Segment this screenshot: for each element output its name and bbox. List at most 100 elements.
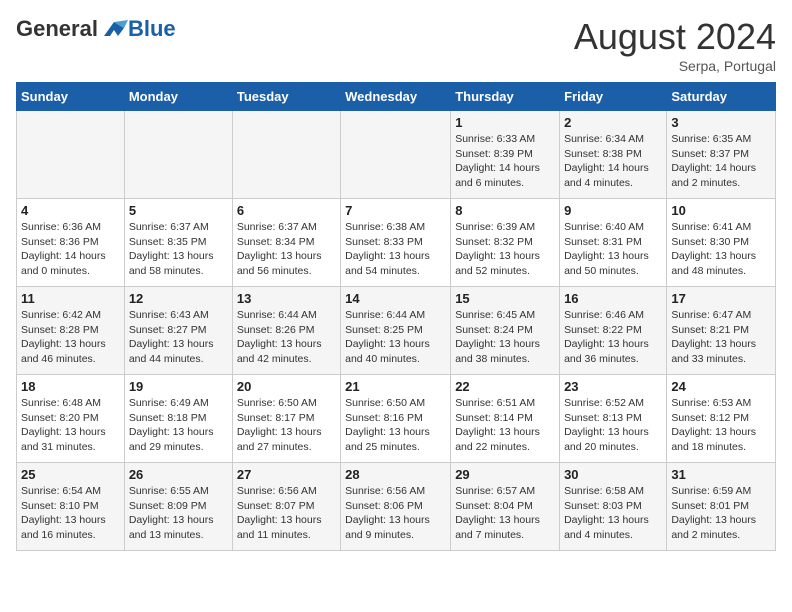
day-number: 27 — [237, 467, 336, 482]
day-info: Sunrise: 6:50 AM Sunset: 8:17 PM Dayligh… — [237, 396, 336, 455]
calendar-cell: 1 Sunrise: 6:33 AM Sunset: 8:39 PM Daylig… — [451, 111, 560, 199]
day-number: 3 — [671, 115, 771, 130]
weekday-header-thursday: Thursday — [451, 83, 560, 111]
weekday-header-saturday: Saturday — [667, 83, 776, 111]
day-number: 31 — [671, 467, 771, 482]
day-number: 20 — [237, 379, 336, 394]
day-number: 9 — [564, 203, 662, 218]
day-number: 23 — [564, 379, 662, 394]
day-info: Sunrise: 6:50 AM Sunset: 8:16 PM Dayligh… — [345, 396, 446, 455]
day-number: 17 — [671, 291, 771, 306]
weekday-header-tuesday: Tuesday — [232, 83, 340, 111]
day-info: Sunrise: 6:38 AM Sunset: 8:33 PM Dayligh… — [345, 220, 446, 279]
calendar-cell: 6Sunrise: 6:37 AM Sunset: 8:34 PM Daylig… — [232, 199, 340, 287]
calendar-cell: 19 Sunrise: 6:49 AM Sunset: 8:18 PM Dayli… — [124, 375, 232, 463]
day-info: Sunrise: 6:44 AM Sunset: 8:26 PM Dayligh… — [237, 308, 336, 367]
calendar-cell: 7 Sunrise: 6:38 AM Sunset: 8:33 PM Daylig… — [341, 199, 451, 287]
calendar-cell: 18Sunrise: 6:48 AM Sunset: 8:20 PM Dayli… — [17, 375, 125, 463]
day-number: 4 — [21, 203, 120, 218]
calendar-cell — [124, 111, 232, 199]
day-info: Sunrise: 6:41 AM Sunset: 8:30 PM Dayligh… — [671, 220, 771, 279]
day-number: 18 — [21, 379, 120, 394]
logo-blue-text: Blue — [128, 16, 176, 41]
calendar-cell: 4 Sunrise: 6:36 AM Sunset: 8:36 PM Daylig… — [17, 199, 125, 287]
weekday-header-wednesday: Wednesday — [341, 83, 451, 111]
calendar-cell: 21 Sunrise: 6:50 AM Sunset: 8:16 PM Dayli… — [341, 375, 451, 463]
calendar-cell: 23 Sunrise: 6:52 AM Sunset: 8:13 PM Dayli… — [560, 375, 667, 463]
day-info: Sunrise: 6:43 AM Sunset: 8:27 PM Dayligh… — [129, 308, 228, 367]
day-number: 10 — [671, 203, 771, 218]
day-info: Sunrise: 6:53 AM Sunset: 8:12 PM Dayligh… — [671, 396, 771, 455]
calendar-cell: 22 Sunrise: 6:51 AM Sunset: 8:14 PM Dayli… — [451, 375, 560, 463]
calendar-cell: 20 Sunrise: 6:50 AM Sunset: 8:17 PM Dayli… — [232, 375, 340, 463]
day-number: 1 — [455, 115, 555, 130]
calendar-cell: 11Sunrise: 6:42 AM Sunset: 8:28 PM Dayli… — [17, 287, 125, 375]
calendar-cell: 3 Sunrise: 6:35 AM Sunset: 8:37 PM Daylig… — [667, 111, 776, 199]
calendar-cell: 15Sunrise: 6:45 AM Sunset: 8:24 PM Dayli… — [451, 287, 560, 375]
calendar-cell: 13 Sunrise: 6:44 AM Sunset: 8:26 PM Dayli… — [232, 287, 340, 375]
day-info: Sunrise: 6:46 AM Sunset: 8:22 PM Dayligh… — [564, 308, 662, 367]
logo: General Blue — [16, 16, 176, 42]
calendar-table: SundayMondayTuesdayWednesdayThursdayFrid… — [16, 82, 776, 551]
weekday-header-sunday: Sunday — [17, 83, 125, 111]
day-number: 25 — [21, 467, 120, 482]
calendar-body: 1 Sunrise: 6:33 AM Sunset: 8:39 PM Daylig… — [17, 111, 776, 551]
calendar-cell: 12 Sunrise: 6:43 AM Sunset: 8:27 PM Dayli… — [124, 287, 232, 375]
calendar-cell: 31 Sunrise: 6:59 AM Sunset: 8:01 PM Dayli… — [667, 463, 776, 551]
calendar-cell: 10 Sunrise: 6:41 AM Sunset: 8:30 PM Dayli… — [667, 199, 776, 287]
calendar-week-1: 1 Sunrise: 6:33 AM Sunset: 8:39 PM Daylig… — [17, 111, 776, 199]
day-number: 29 — [455, 467, 555, 482]
day-info: Sunrise: 6:34 AM Sunset: 8:38 PM Dayligh… — [564, 132, 662, 191]
day-number: 16 — [564, 291, 662, 306]
calendar-cell: 24Sunrise: 6:53 AM Sunset: 8:12 PM Dayli… — [667, 375, 776, 463]
day-info: Sunrise: 6:45 AM Sunset: 8:24 PM Dayligh… — [455, 308, 555, 367]
location: Serpa, Portugal — [574, 58, 776, 74]
day-info: Sunrise: 6:39 AM Sunset: 8:32 PM Dayligh… — [455, 220, 555, 279]
day-info: Sunrise: 6:37 AM Sunset: 8:34 PM Dayligh… — [237, 220, 336, 279]
weekday-header-friday: Friday — [560, 83, 667, 111]
calendar-week-5: 25 Sunrise: 6:54 AM Sunset: 8:10 PM Dayli… — [17, 463, 776, 551]
day-info: Sunrise: 6:47 AM Sunset: 8:21 PM Dayligh… — [671, 308, 771, 367]
day-info: Sunrise: 6:52 AM Sunset: 8:13 PM Dayligh… — [564, 396, 662, 455]
title-block: August 2024 Serpa, Portugal — [574, 16, 776, 74]
day-info: Sunrise: 6:56 AM Sunset: 8:07 PM Dayligh… — [237, 484, 336, 543]
calendar-cell: 26Sunrise: 6:55 AM Sunset: 8:09 PM Dayli… — [124, 463, 232, 551]
day-info: Sunrise: 6:35 AM Sunset: 8:37 PM Dayligh… — [671, 132, 771, 191]
day-info: Sunrise: 6:42 AM Sunset: 8:28 PM Dayligh… — [21, 308, 120, 367]
day-number: 22 — [455, 379, 555, 394]
calendar-cell: 27 Sunrise: 6:56 AM Sunset: 8:07 PM Dayli… — [232, 463, 340, 551]
day-info: Sunrise: 6:36 AM Sunset: 8:36 PM Dayligh… — [21, 220, 120, 279]
day-number: 21 — [345, 379, 446, 394]
calendar-cell: 9 Sunrise: 6:40 AM Sunset: 8:31 PM Daylig… — [560, 199, 667, 287]
day-info: Sunrise: 6:56 AM Sunset: 8:06 PM Dayligh… — [345, 484, 446, 543]
day-number: 5 — [129, 203, 228, 218]
day-info: Sunrise: 6:49 AM Sunset: 8:18 PM Dayligh… — [129, 396, 228, 455]
logo-general-text: General — [16, 16, 98, 42]
day-number: 30 — [564, 467, 662, 482]
day-info: Sunrise: 6:37 AM Sunset: 8:35 PM Dayligh… — [129, 220, 228, 279]
day-number: 14 — [345, 291, 446, 306]
day-number: 13 — [237, 291, 336, 306]
calendar-week-3: 11Sunrise: 6:42 AM Sunset: 8:28 PM Dayli… — [17, 287, 776, 375]
day-info: Sunrise: 6:51 AM Sunset: 8:14 PM Dayligh… — [455, 396, 555, 455]
weekday-header-row: SundayMondayTuesdayWednesdayThursdayFrid… — [17, 83, 776, 111]
calendar-cell: 30Sunrise: 6:58 AM Sunset: 8:03 PM Dayli… — [560, 463, 667, 551]
day-number: 12 — [129, 291, 228, 306]
day-info: Sunrise: 6:54 AM Sunset: 8:10 PM Dayligh… — [21, 484, 120, 543]
day-info: Sunrise: 6:33 AM Sunset: 8:39 PM Dayligh… — [455, 132, 555, 191]
day-info: Sunrise: 6:59 AM Sunset: 8:01 PM Dayligh… — [671, 484, 771, 543]
calendar-cell: 29Sunrise: 6:57 AM Sunset: 8:04 PM Dayli… — [451, 463, 560, 551]
day-number: 19 — [129, 379, 228, 394]
calendar-cell: 2Sunrise: 6:34 AM Sunset: 8:38 PM Daylig… — [560, 111, 667, 199]
calendar-week-2: 4 Sunrise: 6:36 AM Sunset: 8:36 PM Daylig… — [17, 199, 776, 287]
calendar-cell: 28 Sunrise: 6:56 AM Sunset: 8:06 PM Dayli… — [341, 463, 451, 551]
day-number: 28 — [345, 467, 446, 482]
day-number: 7 — [345, 203, 446, 218]
day-info: Sunrise: 6:40 AM Sunset: 8:31 PM Dayligh… — [564, 220, 662, 279]
logo-bird-icon — [100, 18, 128, 40]
calendar-cell: 25 Sunrise: 6:54 AM Sunset: 8:10 PM Dayli… — [17, 463, 125, 551]
calendar-cell: 14Sunrise: 6:44 AM Sunset: 8:25 PM Dayli… — [341, 287, 451, 375]
page-header: General Blue August 2024 Serpa, Portugal — [16, 16, 776, 74]
calendar-cell: 8Sunrise: 6:39 AM Sunset: 8:32 PM Daylig… — [451, 199, 560, 287]
calendar-cell — [232, 111, 340, 199]
